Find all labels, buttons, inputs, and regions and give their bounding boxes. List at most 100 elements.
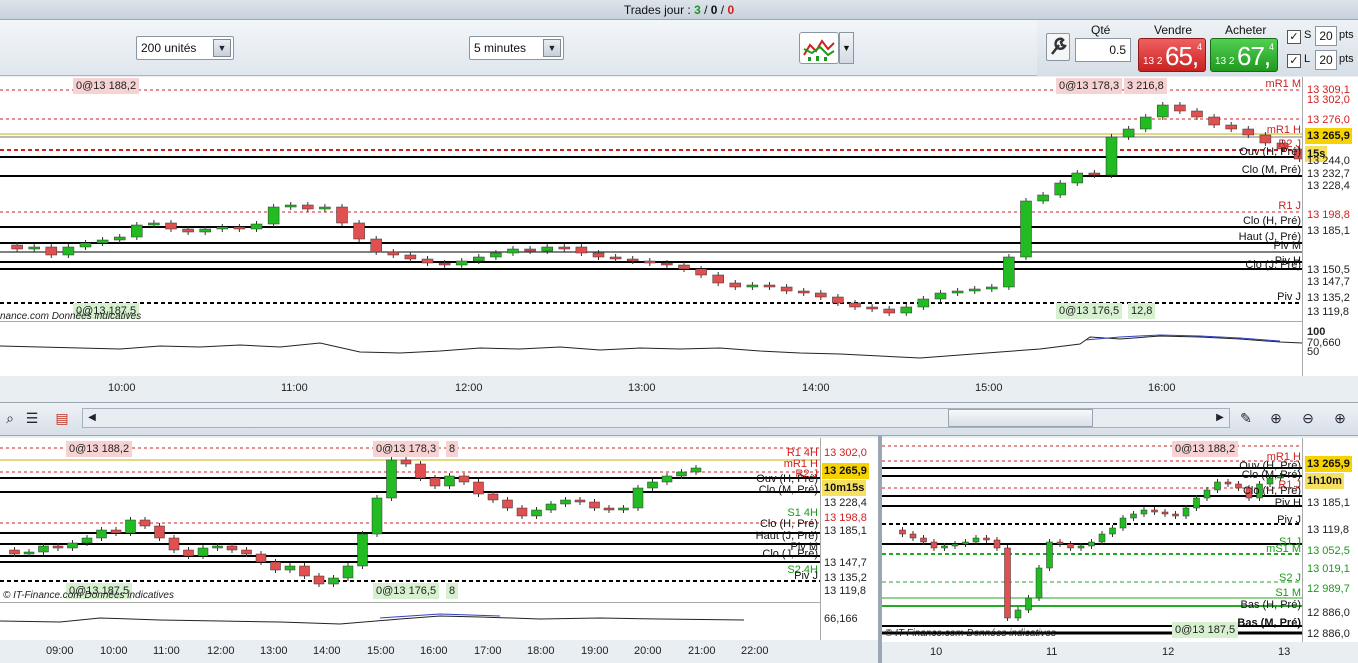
list-icon[interactable]: ☰ bbox=[22, 408, 42, 428]
candle bbox=[1088, 172, 1101, 176]
time-label: 16:00 bbox=[420, 645, 448, 657]
chevron-down-icon[interactable]: ▼ bbox=[213, 39, 231, 57]
candle bbox=[1140, 509, 1148, 515]
candle bbox=[1157, 104, 1169, 118]
chevron-down-icon[interactable]: ▼ bbox=[543, 39, 561, 57]
time-label: 11:00 bbox=[153, 645, 180, 657]
time-label: 09:00 bbox=[46, 645, 74, 657]
candle bbox=[458, 475, 470, 483]
y-label: 13 019,1 bbox=[1307, 563, 1350, 575]
buy-price: 67, bbox=[1237, 41, 1271, 71]
time-label: 22:00 bbox=[741, 645, 769, 657]
order-tag[interactable]: 0@13 188,2 bbox=[1172, 441, 1239, 457]
candle bbox=[574, 499, 586, 503]
order-tag[interactable]: 0@13 188,2 bbox=[66, 441, 133, 457]
candle bbox=[972, 537, 980, 543]
stop-pts-label: pts bbox=[1339, 29, 1354, 41]
zoom-in-icon[interactable]: ⊕ bbox=[1330, 408, 1350, 428]
main-chart[interactable] bbox=[0, 77, 1302, 321]
trades-count-red: 0 bbox=[727, 3, 735, 17]
order-tag[interactable]: 8 bbox=[446, 441, 459, 457]
scrollbar-thumb[interactable] bbox=[948, 409, 1093, 427]
order-tag[interactable]: 0@13 178,3 bbox=[373, 441, 440, 457]
candle bbox=[370, 238, 382, 253]
limit-checkbox[interactable]: ✓ bbox=[1287, 54, 1301, 68]
chart-tool-icon[interactable] bbox=[799, 32, 839, 64]
scroll-left-icon[interactable]: ◀ bbox=[82, 408, 102, 428]
bottom-left-chart[interactable] bbox=[0, 438, 820, 602]
current-price: 13 265,9 bbox=[822, 463, 869, 479]
order-tag[interactable]: 12,8 bbox=[1128, 303, 1156, 319]
level-label: Clo (H, Pré) bbox=[1242, 215, 1301, 227]
zoom-fit-icon[interactable]: ⊕ bbox=[1266, 408, 1286, 428]
candle bbox=[1151, 509, 1158, 513]
main-chart-canvas bbox=[0, 89, 1302, 316]
candle bbox=[502, 499, 513, 509]
scroll-right-icon[interactable]: ▶ bbox=[1210, 408, 1230, 428]
time-label: 12 bbox=[1162, 646, 1175, 658]
candle bbox=[1025, 597, 1032, 611]
candle bbox=[560, 499, 571, 505]
candle bbox=[1105, 136, 1118, 176]
current-price: 13 265,9 bbox=[1305, 128, 1352, 144]
bottom-left-oscillator bbox=[0, 602, 820, 640]
candle bbox=[920, 537, 927, 543]
qty-input[interactable]: 0.5 bbox=[1075, 38, 1131, 62]
current-price: 13 265,9 bbox=[1305, 456, 1352, 472]
candle bbox=[866, 306, 878, 310]
zoom-out-icon[interactable]: ⊖ bbox=[1298, 408, 1318, 428]
zoom-icon[interactable]: ⌕ bbox=[0, 408, 20, 428]
candle bbox=[797, 290, 810, 294]
candle bbox=[455, 260, 468, 266]
tool-icon[interactable]: ✎ bbox=[1236, 408, 1256, 428]
candle bbox=[183, 549, 194, 557]
bars-icon[interactable]: ▤ bbox=[52, 408, 72, 428]
wrench-icon[interactable] bbox=[1046, 33, 1070, 61]
candle bbox=[62, 246, 75, 256]
main-time-axis: 10:00 11:00 12:00 13:00 14:00 15:00 16:0… bbox=[0, 376, 1358, 402]
y-label: 12 989,7 bbox=[1307, 583, 1350, 595]
limit-pts-input[interactable]: 20 bbox=[1315, 50, 1337, 70]
y-label: 13 232,7 bbox=[1307, 168, 1350, 180]
candle bbox=[473, 481, 484, 495]
candle bbox=[284, 565, 296, 571]
quantity-select[interactable]: 200 unités ▼ bbox=[136, 36, 234, 60]
candle bbox=[1174, 104, 1186, 112]
candle bbox=[507, 248, 519, 254]
time-label: 20:00 bbox=[634, 645, 662, 657]
candle bbox=[661, 475, 673, 483]
order-tag[interactable]: 0@13 188,2 bbox=[73, 78, 140, 94]
order-tag[interactable]: 0@13 176,5 bbox=[1056, 303, 1123, 319]
y-label: 13 185,1 bbox=[1307, 497, 1350, 509]
time-label: 12:00 bbox=[207, 645, 235, 657]
candle bbox=[154, 525, 165, 539]
stop-checkbox[interactable]: ✓ bbox=[1287, 30, 1301, 44]
candle bbox=[626, 258, 639, 262]
candle bbox=[832, 296, 844, 304]
order-tag[interactable]: 0@13 176,5 bbox=[373, 583, 440, 599]
time-label: 10:00 bbox=[100, 645, 128, 657]
candle bbox=[986, 286, 998, 290]
candle-timer: 10m15s bbox=[822, 480, 867, 496]
y-label: 13 198,8 bbox=[824, 512, 867, 524]
candle bbox=[746, 284, 759, 288]
order-tag[interactable]: 8 bbox=[446, 583, 459, 599]
candle bbox=[1035, 567, 1043, 599]
chart-tool-dropdown[interactable]: ▼ bbox=[839, 32, 854, 64]
candle bbox=[67, 542, 78, 549]
time-label: 14:00 bbox=[313, 645, 341, 657]
buy-button[interactable]: 13 2 67, 4 bbox=[1210, 38, 1278, 72]
level-label: Clo (M, Pré) bbox=[758, 484, 818, 496]
candle bbox=[79, 242, 92, 248]
candle bbox=[28, 246, 40, 250]
chart-footer: © IT-Finance.com Données indicatives bbox=[885, 628, 1056, 639]
order-tag[interactable]: 3 216,8 bbox=[1124, 78, 1167, 94]
sell-button[interactable]: 13 2 65, 4 bbox=[1138, 38, 1206, 72]
candle bbox=[336, 206, 348, 224]
buy-label: Acheter bbox=[1225, 23, 1267, 37]
order-tag[interactable]: 0@13 187,5 bbox=[1172, 622, 1239, 638]
order-tag[interactable]: 0@13 178,3 bbox=[1056, 78, 1123, 94]
interval-select[interactable]: 5 minutes ▼ bbox=[469, 36, 564, 60]
stop-pts-input[interactable]: 20 bbox=[1315, 26, 1337, 46]
y-label: 13 244,0 bbox=[1307, 155, 1350, 167]
